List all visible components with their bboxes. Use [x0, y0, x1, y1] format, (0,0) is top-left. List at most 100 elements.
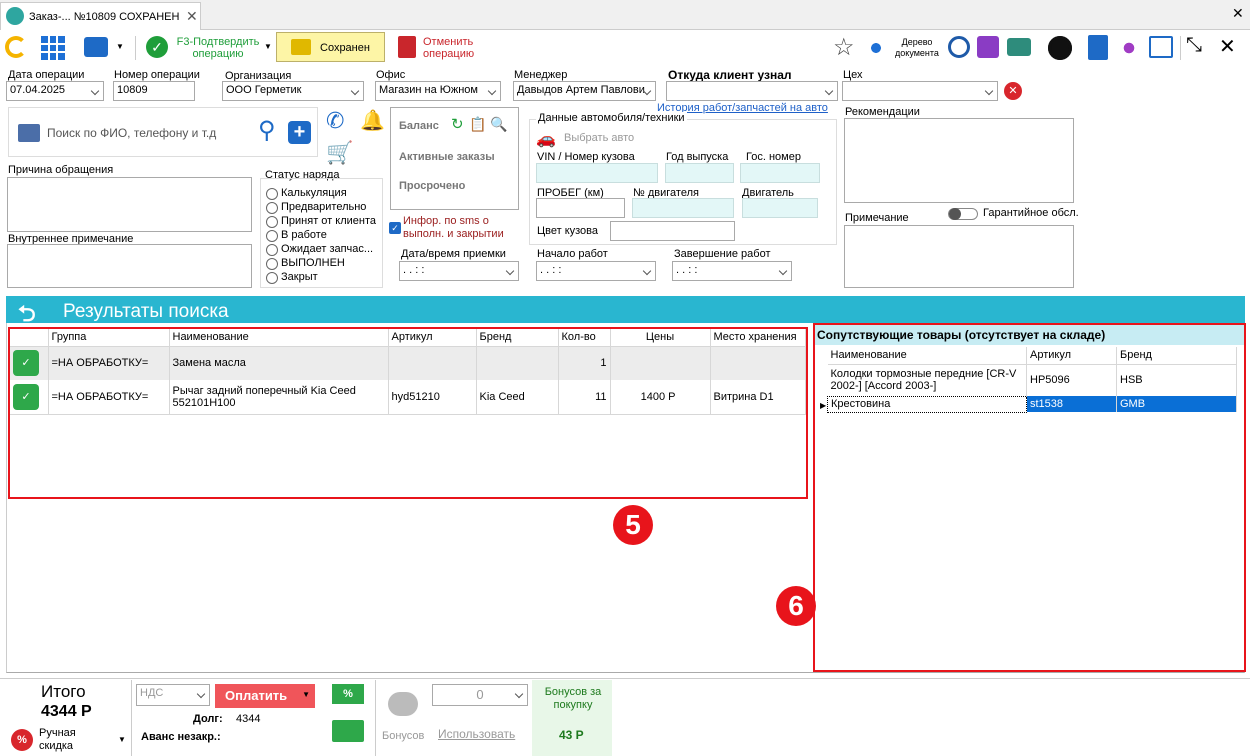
col-group[interactable]: Группа [48, 329, 170, 347]
share-icon[interactable] [1117, 36, 1141, 60]
saved-label: Сохранен [320, 42, 370, 54]
clear-icon[interactable]: ✕ [1004, 82, 1022, 100]
camera-icon[interactable] [1007, 38, 1031, 56]
note-input[interactable] [844, 225, 1074, 288]
document-tab[interactable]: Заказ-... №10809 СОХРАНЕН ✕ [0, 2, 201, 30]
col-name[interactable]: Наименование [169, 329, 389, 347]
manager-select[interactable]: Давыдов Артем Павлови [513, 81, 656, 101]
clipboard-icon[interactable]: 📋 [469, 116, 486, 133]
network-icon[interactable] [864, 36, 888, 60]
manual-discount-label[interactable]: Ручная скидка [39, 727, 99, 753]
status-radio[interactable] [266, 244, 278, 256]
source-select[interactable] [666, 81, 838, 101]
trash-icon[interactable] [398, 36, 416, 58]
org-select[interactable]: ООО Герметик [222, 81, 364, 101]
related-col-article[interactable]: Артикул [1026, 347, 1117, 365]
status-radio[interactable] [266, 272, 278, 284]
gift-card-icon[interactable] [332, 720, 364, 742]
reason-input[interactable] [7, 177, 252, 232]
overdue-label[interactable]: Просрочено [399, 180, 465, 192]
internal-note-input[interactable] [7, 244, 252, 288]
confirm-dropdown-icon[interactable]: ▼ [264, 42, 272, 51]
year-label: Год выпуска [666, 151, 729, 163]
col-price[interactable]: Цены [610, 329, 711, 347]
color-field[interactable] [610, 221, 735, 241]
phone-icon[interactable]: ✆ [326, 108, 344, 134]
warranty-toggle[interactable] [948, 208, 978, 220]
car-icon[interactable]: 🚗 [536, 129, 556, 149]
table-row[interactable]: ✓ =НА ОБРАБОТКУ= Замена масла 1 [10, 346, 806, 380]
client-search-input[interactable]: Поиск по ФИО, телефону и т.д [47, 126, 216, 140]
close-window-icon[interactable]: ✕ [1232, 5, 1244, 22]
collapse-icon[interactable]: ⤡ [1186, 34, 1202, 57]
warranty-label: Гарантийное обсл. [983, 207, 1079, 219]
status-radio[interactable] [266, 258, 278, 270]
col-article[interactable]: Артикул [388, 329, 477, 347]
related-name: Колодки тормозные передние [CR-V 2002-] … [827, 364, 1027, 396]
office-select[interactable]: Магазин на Южном [375, 81, 501, 101]
close-icon[interactable]: ✕ [1219, 34, 1236, 59]
table-row[interactable]: ✓ =НА ОБРАБОТКУ= Рычаг задний поперечный… [10, 380, 806, 414]
active-orders-label[interactable]: Активные заказы [399, 151, 495, 163]
cart-bag-icon[interactable]: ✓ [10, 380, 49, 414]
use-bonuses-link[interactable]: Использовать [438, 727, 515, 741]
star-icon[interactable]: ☆ [833, 33, 855, 62]
print-icon[interactable] [84, 37, 108, 57]
engine-field[interactable] [742, 198, 818, 218]
engine-no-field[interactable] [632, 198, 734, 218]
status-radio[interactable] [266, 202, 278, 214]
cart-icon[interactable]: 🛒 [326, 140, 353, 166]
search-icon[interactable]: ⚲ [258, 116, 276, 145]
cancel-operation-button[interactable]: Отменить операцию [423, 36, 483, 60]
table-row[interactable]: Колодки тормозные передние [CR-V 2002-] … [827, 364, 1237, 396]
add-client-icon[interactable]: + [288, 121, 311, 144]
end-field[interactable]: . . : : [672, 261, 792, 281]
col-storage[interactable]: Место хранения [710, 329, 806, 347]
year-field[interactable] [665, 163, 734, 183]
apps-grid-icon[interactable] [41, 36, 65, 60]
print-dropdown-icon[interactable]: ▼ [116, 42, 124, 51]
mileage-field[interactable] [536, 198, 625, 218]
doc-search-icon[interactable]: 🔍 [490, 116, 507, 133]
plate-field[interactable] [740, 163, 820, 183]
refresh-icon[interactable] [5, 36, 27, 58]
related-col-brand[interactable]: Бренд [1116, 347, 1237, 365]
recommendations-input[interactable] [844, 118, 1074, 203]
status-radio[interactable] [266, 188, 278, 200]
row-article [388, 346, 477, 380]
select-car-button[interactable]: Выбрать авто [564, 132, 634, 144]
shop-select[interactable] [842, 81, 998, 101]
vin-field[interactable] [536, 163, 658, 183]
table-row-selected[interactable]: Крестовина st1538 GMB [827, 395, 1237, 413]
col-brand[interactable]: Бренд [476, 329, 559, 347]
confirm-button[interactable]: F3-Подтвердить операцию [173, 36, 263, 60]
reception-field[interactable]: . . : : [399, 261, 519, 281]
related-title: Сопутствующие товары (отсутствует на скл… [815, 325, 1244, 345]
discount-icon[interactable]: % [11, 729, 33, 751]
date-field[interactable]: 07.04.2025 [6, 81, 104, 101]
discount-dropdown-icon[interactable]: ▼ [118, 735, 126, 744]
history-icon[interactable] [948, 36, 970, 58]
bell-icon[interactable]: 🔔 [360, 108, 385, 133]
add-doc-icon[interactable] [1088, 35, 1108, 60]
export-icon[interactable] [1149, 36, 1173, 58]
start-field[interactable]: . . : : [536, 261, 656, 281]
col-qty[interactable]: Кол-во [558, 329, 611, 347]
number-field[interactable]: 10809 [113, 81, 195, 101]
settings-icon[interactable] [1048, 36, 1072, 60]
pay-button[interactable]: Оплатить ▼ [215, 684, 315, 708]
percent-icon[interactable]: % [332, 684, 364, 704]
purple-doc-icon[interactable] [977, 36, 999, 58]
document-tree-button[interactable]: Дерево документа [893, 37, 941, 59]
related-col-name[interactable]: Наименование [827, 347, 1027, 365]
saved-button[interactable]: Сохранен [276, 32, 385, 62]
reload-icon[interactable]: ↻ [451, 115, 464, 133]
status-radio[interactable] [266, 230, 278, 242]
cart-bag-icon[interactable]: ✓ [10, 346, 49, 380]
status-radio[interactable] [266, 216, 278, 228]
close-tab-icon[interactable]: ✕ [186, 8, 198, 25]
vat-select[interactable]: НДС [136, 684, 210, 706]
bonus-count-select[interactable]: 0 [432, 684, 528, 706]
confirm-icon[interactable]: ✓ [146, 36, 168, 58]
sms-checkbox[interactable]: ✓ [389, 222, 401, 234]
